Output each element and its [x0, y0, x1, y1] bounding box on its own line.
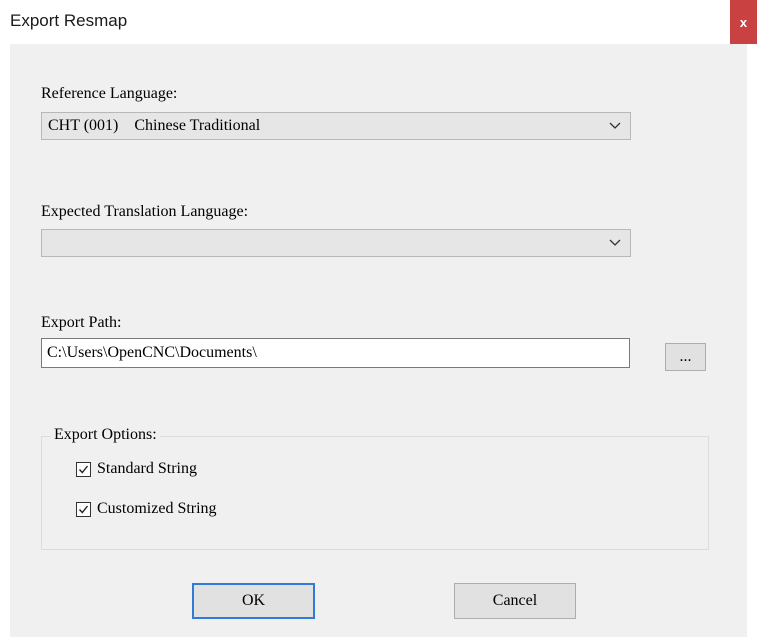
customized-string-checkbox[interactable]	[76, 501, 91, 517]
reference-language-value: CHT (001) Chinese Traditional	[48, 117, 261, 134]
ok-button-label: OK	[241, 592, 266, 609]
customized-string-option[interactable]: Customized String	[76, 500, 217, 518]
browse-button[interactable]: ...	[665, 343, 706, 371]
close-icon: x	[739, 14, 748, 30]
standard-string-option[interactable]: Standard String	[76, 460, 197, 478]
checkmark-icon	[78, 465, 89, 474]
export-path-input[interactable]: C:\Users\OpenCNC\Documents\	[41, 338, 630, 368]
close-button[interactable]: x	[730, 0, 757, 44]
expected-translation-language-select[interactable]	[41, 229, 631, 257]
window-title: Export Resmap	[10, 11, 128, 30]
export-options-group	[41, 436, 709, 550]
checkmark-icon	[78, 505, 89, 514]
chevron-down-icon	[609, 122, 621, 129]
expected-translation-language-label: Expected Translation Language:	[41, 203, 249, 220]
export-path-value: C:\Users\OpenCNC\Documents\	[47, 344, 257, 361]
title-bar: Export Resmap x	[0, 0, 757, 44]
cancel-button[interactable]: Cancel	[454, 583, 576, 619]
reference-language-select[interactable]: CHT (001) Chinese Traditional	[41, 112, 631, 140]
standard-string-checkbox[interactable]	[76, 461, 91, 477]
standard-string-label: Standard String	[97, 460, 197, 477]
reference-language-label: Reference Language:	[41, 85, 178, 102]
dialog-body: Reference Language: CHT (001) Chinese Tr…	[10, 44, 747, 637]
browse-button-label: ...	[679, 348, 692, 365]
customized-string-label: Customized String	[97, 500, 217, 517]
chevron-down-icon	[609, 239, 621, 246]
export-options-title: Export Options:	[51, 426, 160, 444]
export-path-label: Export Path:	[41, 314, 122, 331]
ok-button[interactable]: OK	[192, 583, 315, 619]
cancel-button-label: Cancel	[492, 592, 538, 609]
